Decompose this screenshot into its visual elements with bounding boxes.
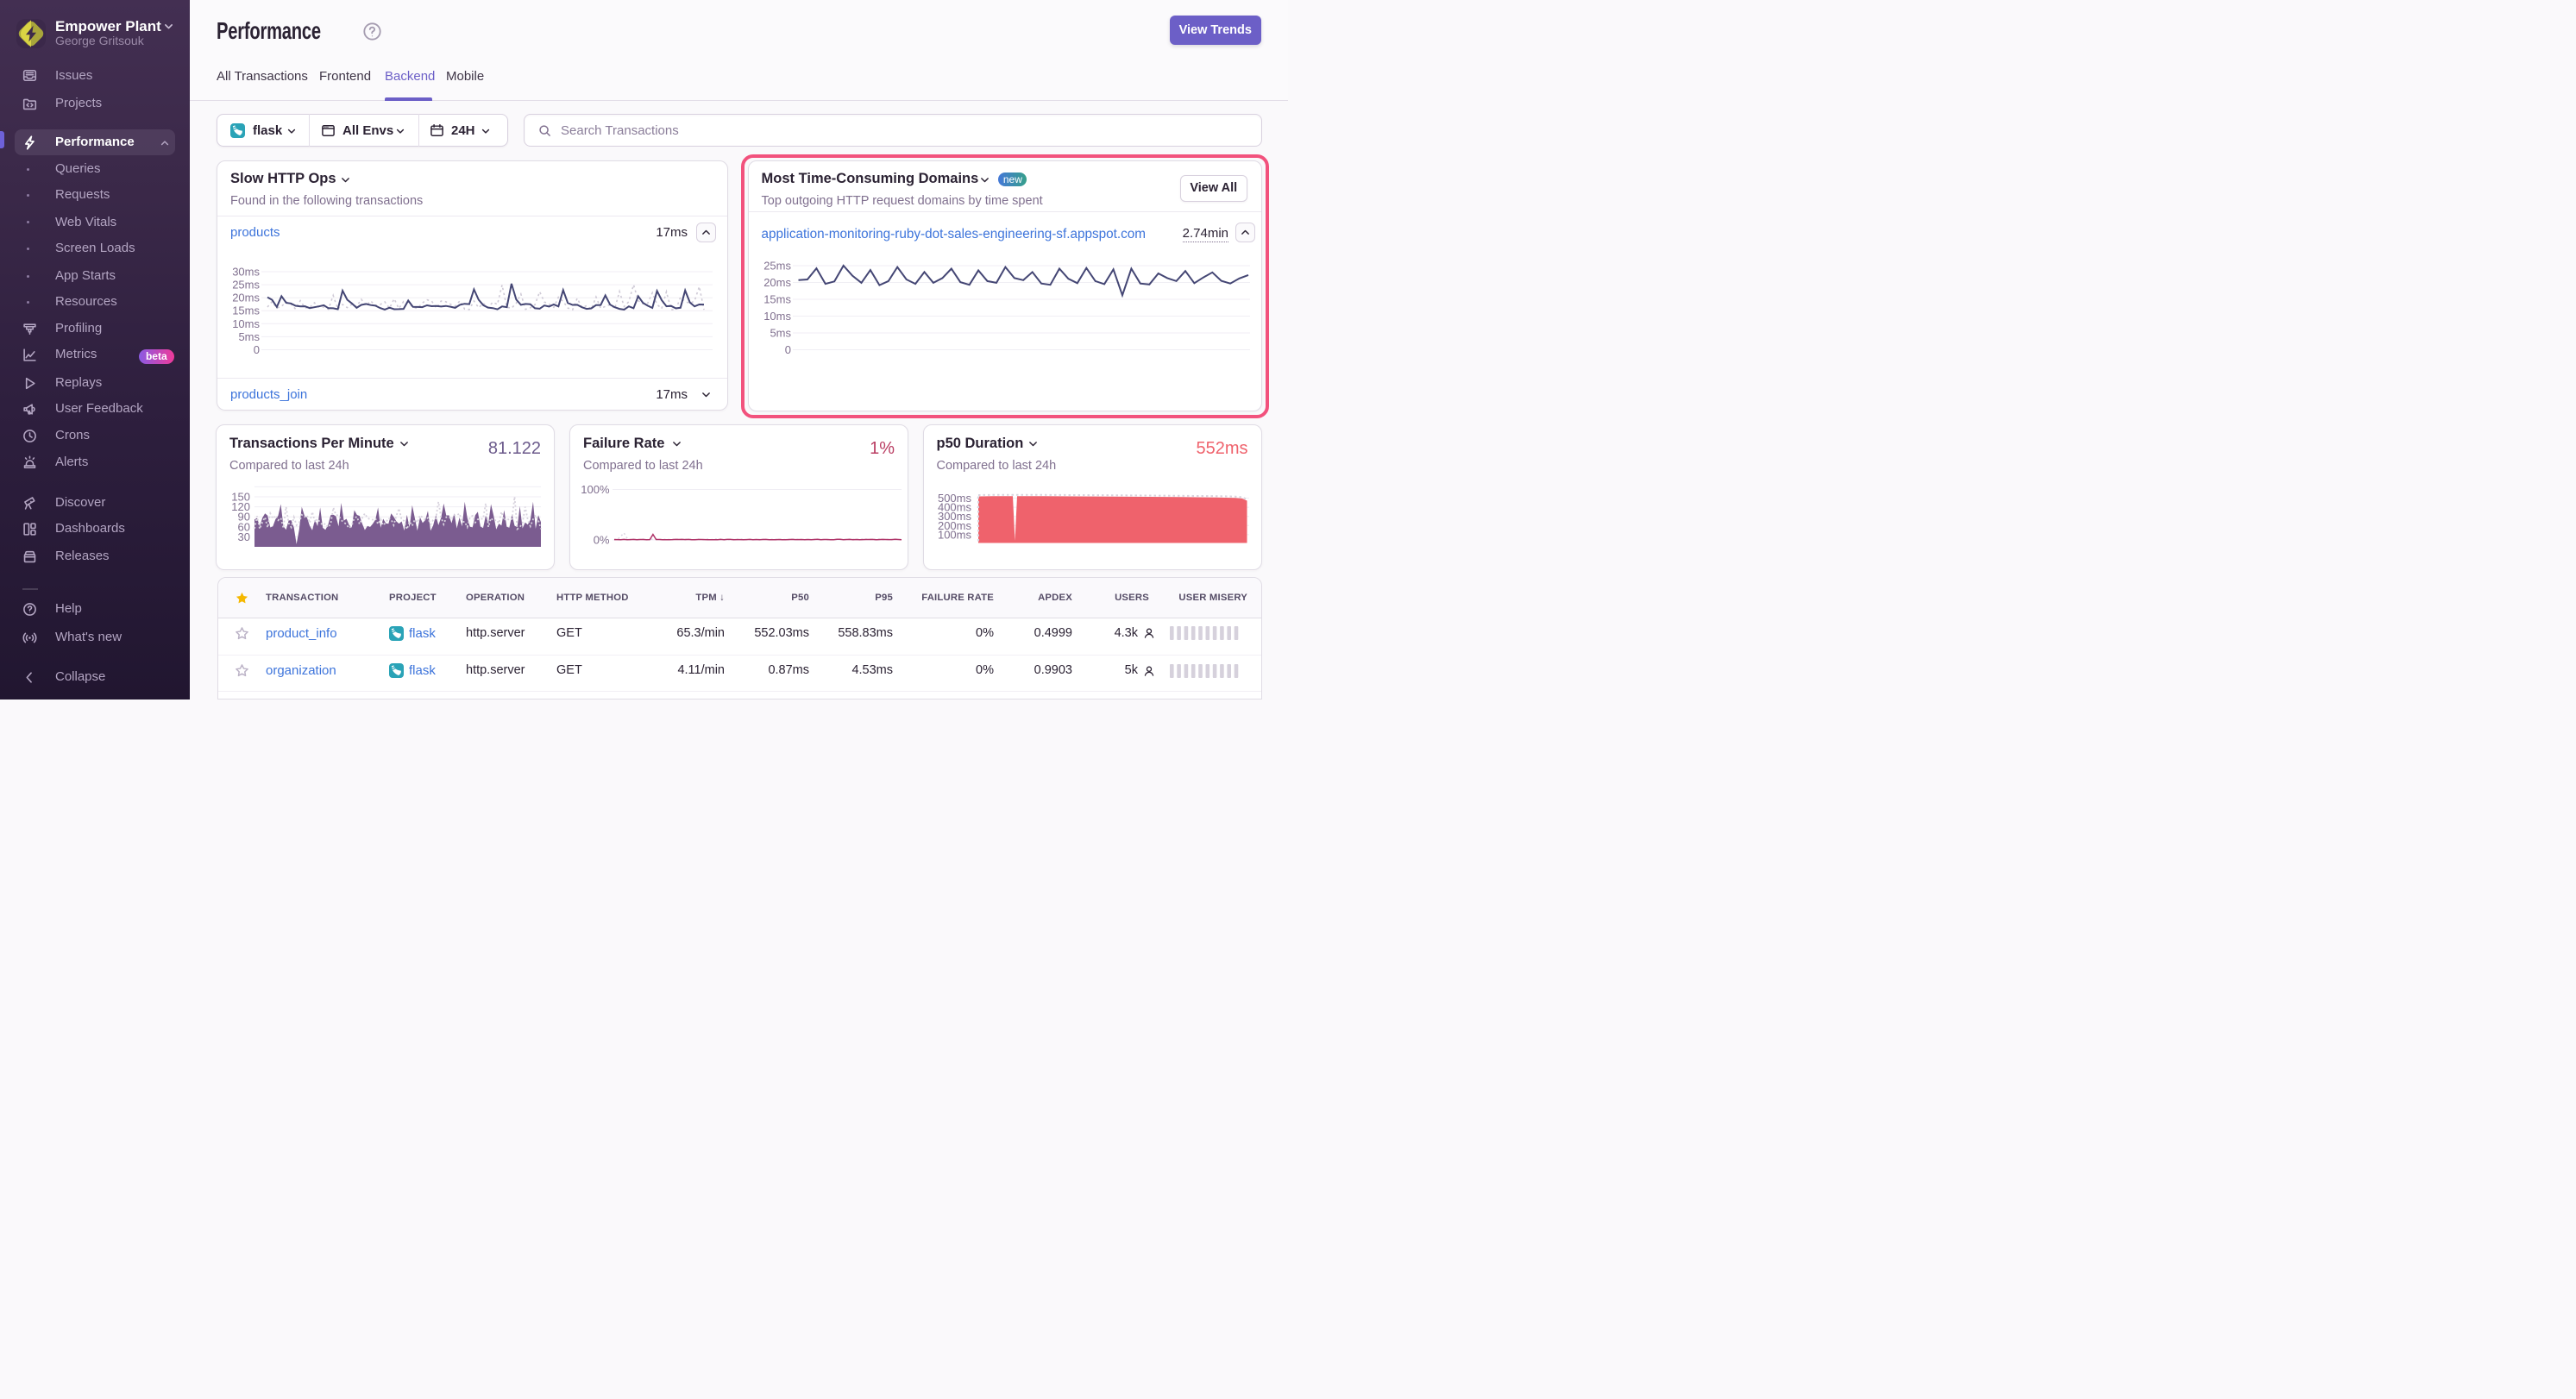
svg-text:5ms: 5ms (238, 330, 260, 343)
svg-text:30: 30 (238, 530, 250, 543)
svg-text:10ms: 10ms (232, 317, 260, 330)
svg-text:100ms: 100ms (937, 528, 971, 541)
svg-text:100%: 100% (581, 483, 610, 496)
svg-text:10ms: 10ms (763, 310, 791, 323)
svg-text:15ms: 15ms (763, 293, 791, 306)
svg-text:15ms: 15ms (232, 304, 260, 317)
svg-text:25ms: 25ms (232, 279, 260, 292)
svg-text:20ms: 20ms (763, 276, 791, 289)
svg-text:0: 0 (254, 343, 260, 356)
svg-text:5ms: 5ms (770, 327, 791, 340)
svg-text:20ms: 20ms (232, 292, 260, 304)
svg-text:25ms: 25ms (763, 260, 791, 273)
svg-text:0%: 0% (594, 534, 610, 547)
svg-text:0: 0 (784, 343, 790, 356)
svg-text:30ms: 30ms (232, 266, 260, 279)
